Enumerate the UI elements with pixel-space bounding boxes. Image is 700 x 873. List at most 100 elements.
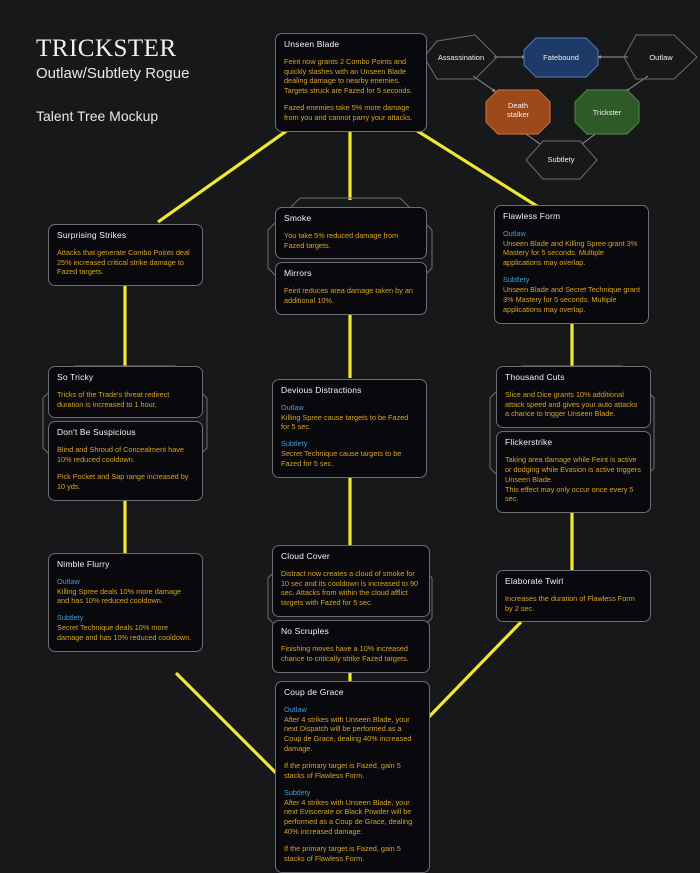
talent-paragraph: Distract now creates a cloud of smoke fo… [281,568,419,608]
talent-tooltip: Unseen Blade Feint now grants 2 Combo Poi… [275,33,427,132]
talent-tooltip-body: Outlaw After 4 strikes with Unseen Blade,… [284,705,421,864]
talent-spec-heading: Subtlety [284,787,311,797]
talent-paragraph: Taking area damage while Feint is active… [505,455,641,504]
talent-tooltip-body: Distract now creates a cloud of smoke fo… [281,569,421,608]
talent-tooltip-title: Devious Distractions [281,385,362,395]
talent-paragraph: Outlaw Killing Spree cause targets to be … [281,403,418,433]
talent-tooltip-body: Finishing moves have a 10% increased cha… [281,644,421,664]
talent-paragraph: Subtlety Secret Technique cause targets t… [281,439,418,469]
hex-subtlety [525,140,598,180]
talent-tooltip-title: Flickerstrike [505,437,553,448]
talent-spec-heading: Subtlety [281,439,308,449]
hex-label-assassination[interactable]: Assassination [418,53,504,62]
talent-tooltip: Nimble Flurry Outlaw Killing Spree deals 1… [48,553,203,652]
talent-tooltip-body: Feint now grants 2 Combo Points and quic… [284,57,418,123]
arrow-outlaw-trickster [624,75,649,93]
talent-tooltip-title: Don't Be Suspicious [57,427,136,438]
talent-paragraph: Increases the duration of Flawless Form … [505,593,635,613]
talent-paragraph: Outlaw Killing Spree deals 10% more damag… [57,577,194,607]
talent-tooltip-title: Flawless Form [503,211,561,221]
talent-tooltip-body: Blind and Shroud of Concealment have 10%… [57,445,194,491]
talent-tooltip-title: Unseen Blade [284,39,340,49]
talent-tooltip-title: Thousand Cuts [505,372,565,382]
talent-tree-canvas: Assassination Fatebound Outlaw Death sta… [0,0,700,873]
talent-paragraph: Feint now grants 2 Combo Points and quic… [284,56,413,96]
talent-tooltip-title: Smoke [284,213,312,223]
talent-tooltip: Coup de Grace Outlaw After 4 strikes with … [275,681,430,873]
arrow-subtlety-deathstalker [518,128,541,145]
talent-node-surprising-strikes[interactable]: Surprising Strikes Attacks that generate … [48,224,203,287]
talent-tooltip-body: Slice and Dice grants 10% additional att… [505,390,642,420]
talent-tooltip: Cloud Cover Distract now creates a cloud … [272,545,430,618]
talent-tooltip: Elaborate Twirl Increases the duration of… [496,570,651,623]
talent-tooltip-title: Coup de Grace [284,687,344,697]
talent-paragraph: Outlaw Unseen Blade and Killing Spree gra… [503,229,640,268]
talent-spec-heading: Outlaw [503,228,526,238]
talent-tooltip: Mirrors Feint reduces area damage taken b… [275,262,427,315]
talent-paragraph: Slice and Dice grants 10% additional att… [505,389,638,419]
hex-deathstalker [485,89,551,135]
talent-tooltip-body: Taking area damage while Feint is active… [505,455,642,504]
talent-node-unseen-blade[interactable]: Unseen Blade Feint now grants 2 Combo Poi… [275,33,427,132]
page-header: TRICKSTER Outlaw/Subtlety Rogue Talent T… [36,35,190,125]
talent-paragraph: Fazed enemies take 5% more damage from y… [284,103,413,122]
talent-node-flawless-form[interactable]: Flawless Form Outlaw Unseen Blade and Kill… [494,205,649,324]
talent-tooltip-title: So Tricky [57,372,94,382]
hex-trickster [574,89,640,135]
talent-paragraph: You take 5% reduced damage from Fazed ta… [284,230,399,250]
talent-node-elaborate-twirl[interactable]: Elaborate Twirl Increases the duration of… [496,570,651,623]
page-note: Talent Tree Mockup [36,108,159,125]
page-title: TRICKSTER [36,35,177,62]
wire-nimbleflurry-coupdegrace [174,671,285,782]
arrow-subtlety-trickster [581,128,603,145]
talent-spec-heading: Outlaw [284,704,307,714]
talent-node-smoke-mirrors[interactable]: Smoke You take 5% reduced damage from Faz… [275,207,427,315]
hex-label-trickster[interactable]: Trickster [564,108,650,117]
talent-tooltip: No Scruples Finishing moves have a 10% in… [272,620,430,673]
talent-tooltip-body: Outlaw Killing Spree cause targets to be … [281,403,418,469]
talent-spec-heading: Outlaw [57,576,80,586]
talent-tooltip-body: You take 5% reduced damage from Fazed ta… [284,231,418,251]
talent-tooltip-body: Outlaw Killing Spree deals 10% more damag… [57,577,194,643]
talent-tooltip: Surprising Strikes Attacks that generate … [48,224,203,287]
hex-label-outlaw[interactable]: Outlaw [618,53,700,62]
talent-tooltip-body: Feint reduces area damage taken by an ad… [284,286,418,306]
talent-node-so-tricky[interactable]: So Tricky Tricks of the Trade's threat re… [48,366,203,501]
talent-paragraph: If the primary target is Fazed, gain 5 s… [284,760,401,780]
talent-spec-heading: Subtlety [503,275,530,285]
talent-paragraph: Subtlety Unseen Blade and Secret Techniqu… [503,275,640,314]
talent-paragraph: Attacks that generate Combo Points deal … [57,247,190,277]
talent-tooltip-title: Mirrors [284,268,312,279]
hex-outlaw [623,34,698,80]
talent-tooltip: Don't Be Suspicious Blind and Shroud of C… [48,421,203,501]
talent-tooltip: So Tricky Tricks of the Trade's threat re… [48,366,203,419]
talent-tooltip-title: Cloud Cover [281,551,330,561]
talent-spec-heading: Outlaw [281,402,304,412]
talent-tooltip-body: Attacks that generate Combo Points deal … [57,248,194,278]
talent-paragraph: Outlaw After 4 strikes with Unseen Blade,… [284,705,421,754]
talent-paragraph: Tricks of the Trade's threat redirect du… [57,389,170,409]
talent-tooltip-body: Outlaw Unseen Blade and Killing Spree gra… [503,229,640,315]
talent-paragraph: Subtlety Secret Technique deals 10% more … [57,613,194,643]
hex-label-deathstalker-line2: stalker [506,110,530,120]
talent-node-coup-de-grace[interactable]: Coup de Grace Outlaw After 4 strikes with … [275,681,430,873]
talent-tooltip: Smoke You take 5% reduced damage from Faz… [275,207,427,260]
talent-paragraph: Pick Pocket and Sap range increased by 1… [57,471,189,491]
talent-tooltip-title: Surprising Strikes [57,230,127,240]
talent-node-nimble-flurry[interactable]: Nimble Flurry Outlaw Killing Spree deals 1… [48,553,203,652]
hex-label-deathstalker[interactable]: Death stalker [475,101,561,120]
talent-tooltip: Devious Distractions Outlaw Killing Spree … [272,379,427,478]
talent-node-cloud-cover[interactable]: Cloud Cover Distract now creates a cloud … [272,545,430,673]
hex-label-fatebound[interactable]: Fatebound [518,53,604,62]
talent-paragraph: Finishing moves have a 10% increased cha… [281,643,409,663]
hex-label-deathstalker-line1: Death [507,101,528,110]
talent-tooltip-title: No Scruples [281,626,329,637]
talent-node-devious-distractions[interactable]: Devious Distractions Outlaw Killing Spree … [272,379,427,478]
talent-node-thousand-cuts[interactable]: Thousand Cuts Slice and Dice grants 10% a… [496,366,651,514]
talent-paragraph: Blind and Shroud of Concealment have 10%… [57,445,184,465]
hex-label-subtlety[interactable]: Subtlety [518,155,604,164]
page-subtitle: Outlaw/Subtlety Rogue [36,65,190,83]
talent-tooltip: Flickerstrike Taking area damage while Fe… [496,431,651,514]
talent-paragraph: Feint reduces area damage taken by an ad… [284,286,413,306]
hex-fatebound [523,37,599,78]
